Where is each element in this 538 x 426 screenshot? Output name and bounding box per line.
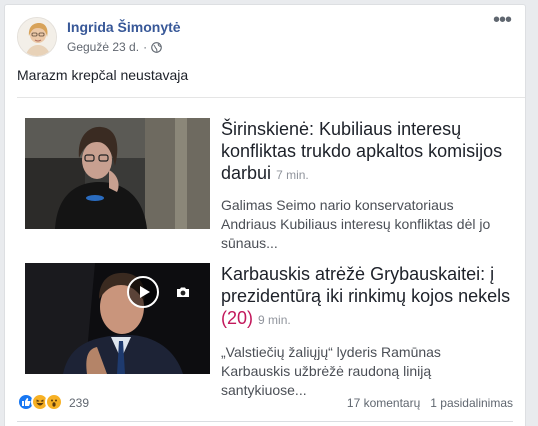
reactions-bar: 239 17 komentarų 1 pasidalinimas (17, 390, 513, 416)
divider (17, 421, 513, 422)
engagement-stats: 17 komentarų 1 pasidalinimas (347, 396, 513, 410)
post-header: Ingrida Šimonytė Gegužė 23 d. · ••• (17, 10, 513, 61)
author-name[interactable]: Ingrida Šimonytė (67, 19, 181, 35)
avatar-image (18, 18, 56, 56)
camera-icon (176, 285, 190, 297)
post-meta: Gegužė 23 d. · (67, 40, 162, 54)
link-title-1[interactable]: Širinskienė: Kubiliaus interesų konflikt… (221, 118, 511, 186)
link-thumbnail-2[interactable] (25, 263, 210, 374)
post-date[interactable]: Gegužė 23 d. (67, 40, 139, 54)
link-thumbnail-1[interactable] (25, 118, 210, 229)
date-separator: · (143, 40, 148, 54)
divider (17, 97, 525, 98)
comments-count[interactable]: 17 komentarų (347, 396, 420, 410)
wow-icon (45, 393, 63, 411)
shares-count[interactable]: 1 pasidalinimas (430, 396, 513, 410)
link-time: 9 min. (258, 313, 291, 327)
post-card: Ingrida Šimonytė Gegužė 23 d. · ••• Mara… (4, 4, 526, 426)
post-text: Marazm krepčal neustavaja (17, 67, 189, 83)
more-options-icon[interactable]: ••• (491, 10, 513, 31)
link-title-2[interactable]: Karbauskis atrėžė Grybauskaitei: į prezi… (221, 263, 511, 331)
globe-icon[interactable] (151, 41, 162, 53)
shared-link-2[interactable]: Karbauskis atrėžė Grybauskaitei: į prezi… (25, 263, 515, 398)
article-photo (25, 118, 210, 229)
avatar[interactable] (17, 17, 57, 57)
link-title-text: Širinskienė: Kubiliaus interesų konflikt… (221, 119, 503, 183)
video-photo (25, 263, 210, 374)
link-time: 7 min. (276, 168, 309, 182)
reaction-count[interactable]: 239 (69, 396, 89, 410)
comment-count-badge: (20) (221, 308, 254, 328)
shared-link-1[interactable]: Širinskienė: Kubiliaus interesų konflikt… (25, 118, 515, 251)
link-description-1: Galimas Seimo nario konservatoriaus Andr… (221, 197, 491, 251)
play-icon[interactable] (127, 276, 159, 308)
link-title-text: Karbauskis atrėžė Grybauskaitei: į prezi… (221, 264, 511, 306)
reaction-icons[interactable] (17, 393, 63, 411)
